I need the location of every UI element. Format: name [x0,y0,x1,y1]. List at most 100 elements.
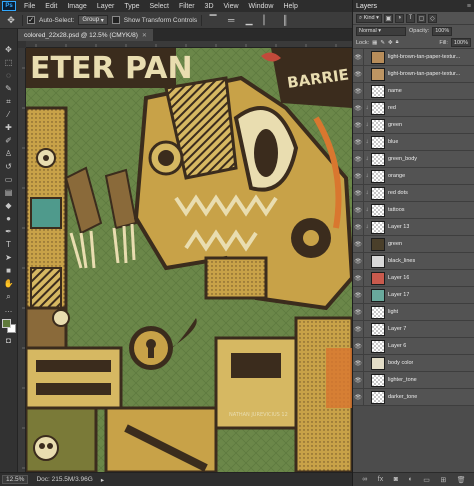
layer-name[interactable]: green [388,122,402,128]
menu-file[interactable]: File [19,3,40,10]
ruler-origin[interactable] [18,41,26,48]
layer-thumbnail[interactable] [371,271,385,285]
blend-mode-dropdown[interactable]: Normal ▾ [356,26,406,36]
move-tool-preset-icon[interactable]: ✥ [4,14,18,26]
visibility-eye-icon[interactable]: 👁︎ [353,286,364,304]
layer-thumbnail[interactable] [371,169,385,183]
layer-row[interactable]: 👁︎ lighter_tone [353,371,474,389]
filter-pixel-icon[interactable]: ▣ [383,13,393,23]
layer-thumbnail[interactable] [371,135,385,149]
layer-row[interactable]: 👁︎ ↓ green [353,116,474,134]
layer-thumbnail[interactable] [371,237,385,251]
layer-name[interactable]: light-brown-tan-paper-textur... [388,71,460,77]
eraser-tool-icon[interactable]: ▭ [2,173,16,186]
layer-name[interactable]: green_body [388,156,417,162]
visibility-eye-icon[interactable]: 👁︎ [353,320,364,338]
menu-image[interactable]: Image [62,3,91,10]
layer-thumbnail[interactable] [371,288,385,302]
visibility-eye-icon[interactable]: 👁︎ [353,371,364,389]
align-left-icon[interactable]: ▏ [260,14,274,26]
layer-thumbnail[interactable] [371,356,385,370]
layer-name[interactable]: black_lines [388,258,415,264]
shape-tool-icon[interactable]: ■ [2,264,16,277]
visibility-eye-icon[interactable]: 👁︎ [353,65,364,83]
layer-thumbnail[interactable] [371,322,385,336]
layer-thumbnail[interactable] [371,373,385,387]
layer-name[interactable]: Layer 16 [388,275,409,281]
layer-thumbnail[interactable] [371,390,385,404]
panel-menu-icon[interactable]: ≡ [467,3,471,10]
layer-thumbnail[interactable] [371,220,385,234]
zoom-tool-icon[interactable]: ⌕ [2,290,16,303]
new-layer-icon[interactable]: ⊞ [440,476,446,484]
visibility-eye-icon[interactable]: 👁︎ [353,116,364,134]
layer-name[interactable]: Layer 13 [388,224,409,230]
layer-thumbnail[interactable] [371,101,385,115]
lock-position-icon[interactable]: ✥ [388,40,393,46]
menu-layer[interactable]: Layer [92,3,120,10]
link-layers-icon[interactable]: ∞ [362,476,367,483]
history-brush-tool-icon[interactable]: ↺ [2,160,16,173]
layer-row[interactable]: 👁︎ Layer 16 [353,269,474,287]
visibility-eye-icon[interactable]: 👁︎ [353,388,364,406]
layer-name[interactable]: green [388,241,402,247]
layer-thumbnail[interactable] [371,152,385,166]
visibility-eye-icon[interactable]: 👁︎ [353,184,364,202]
lasso-tool-icon[interactable]: ◌ [2,69,16,82]
path-selection-tool-icon[interactable]: ➤ [2,251,16,264]
filter-smart-object-icon[interactable]: ◇ [427,13,437,23]
layer-name[interactable]: Layer 17 [388,292,409,298]
gradient-tool-icon[interactable]: ▤ [2,186,16,199]
healing-brush-tool-icon[interactable]: ✚ [2,121,16,134]
layer-row[interactable]: 👁︎ name [353,82,474,100]
visibility-eye-icon[interactable]: 👁︎ [353,99,364,117]
layer-row[interactable]: 👁︎ light-brown-tan-paper-textur... [353,65,474,83]
color-swatches[interactable] [1,318,17,334]
layer-row[interactable]: 👁︎ ↓ tattoos [353,201,474,219]
layer-name[interactable]: red dots [388,190,408,196]
lock-all-icon[interactable]: 🔒︎ [396,39,399,46]
lock-transparent-icon[interactable]: ▦ [372,40,377,46]
layer-row[interactable]: 👁︎ Layer 7 [353,320,474,338]
menu-select[interactable]: Select [145,3,174,10]
layer-row[interactable]: 👁︎ ↓ red [353,99,474,117]
quick-mask-icon[interactable]: ◘ [2,334,16,347]
layer-name[interactable]: Layer 7 [388,326,406,332]
layer-row[interactable]: 👁︎ ↓ red dots [353,184,474,202]
layer-name[interactable]: red [388,105,396,111]
visibility-eye-icon[interactable]: 👁︎ [353,201,364,219]
marquee-tool-icon[interactable]: ⬚ [2,56,16,69]
zoom-level-field[interactable]: 12.5% [2,475,29,484]
auto-select-dropdown[interactable]: Group ▾ [78,15,108,25]
layer-thumbnail[interactable] [371,254,385,268]
menu-edit[interactable]: Edit [40,3,62,10]
delete-layer-icon[interactable]: 🗑︎ [457,476,466,484]
layer-row[interactable]: 👁︎ ↓ green_body [353,150,474,168]
layer-row[interactable]: 👁︎ Layer 6 [353,337,474,355]
visibility-eye-icon[interactable]: 👁︎ [353,150,364,168]
layer-thumbnail[interactable] [371,305,385,319]
move-tool-icon[interactable]: ✥ [2,43,16,56]
layer-name[interactable]: tattoos [388,207,405,213]
menu-filter[interactable]: Filter [174,3,200,10]
align-middle-icon[interactable]: ═ [224,14,238,26]
clone-stamp-tool-icon[interactable]: ♙ [2,147,16,160]
layer-thumbnail[interactable] [371,186,385,200]
layer-thumbnail[interactable] [371,203,385,217]
fill-field[interactable]: 100% [450,38,471,47]
lock-pixels-icon[interactable]: ✎ [380,40,385,46]
layer-row[interactable]: 👁︎ ↓ Layer 13 [353,218,474,236]
menu-type[interactable]: Type [119,3,144,10]
layer-thumbnail[interactable] [371,67,385,81]
menu-window[interactable]: Window [244,3,279,10]
layer-row[interactable]: 👁︎ light [353,303,474,321]
document-canvas[interactable]: ETER PAN BARRIE NATHAN JUREVICIUS 12 [26,48,352,472]
visibility-eye-icon[interactable]: 👁︎ [353,252,364,270]
new-group-icon[interactable]: ▭ [423,476,430,484]
auto-select-checkbox[interactable]: ✓ [27,16,35,24]
vertical-ruler[interactable] [18,48,26,472]
layer-thumbnail[interactable] [371,118,385,132]
layer-name[interactable]: darker_tone [388,394,417,400]
add-mask-icon[interactable]: ◙ [394,476,398,483]
crop-tool-icon[interactable]: ⌗ [2,95,16,108]
